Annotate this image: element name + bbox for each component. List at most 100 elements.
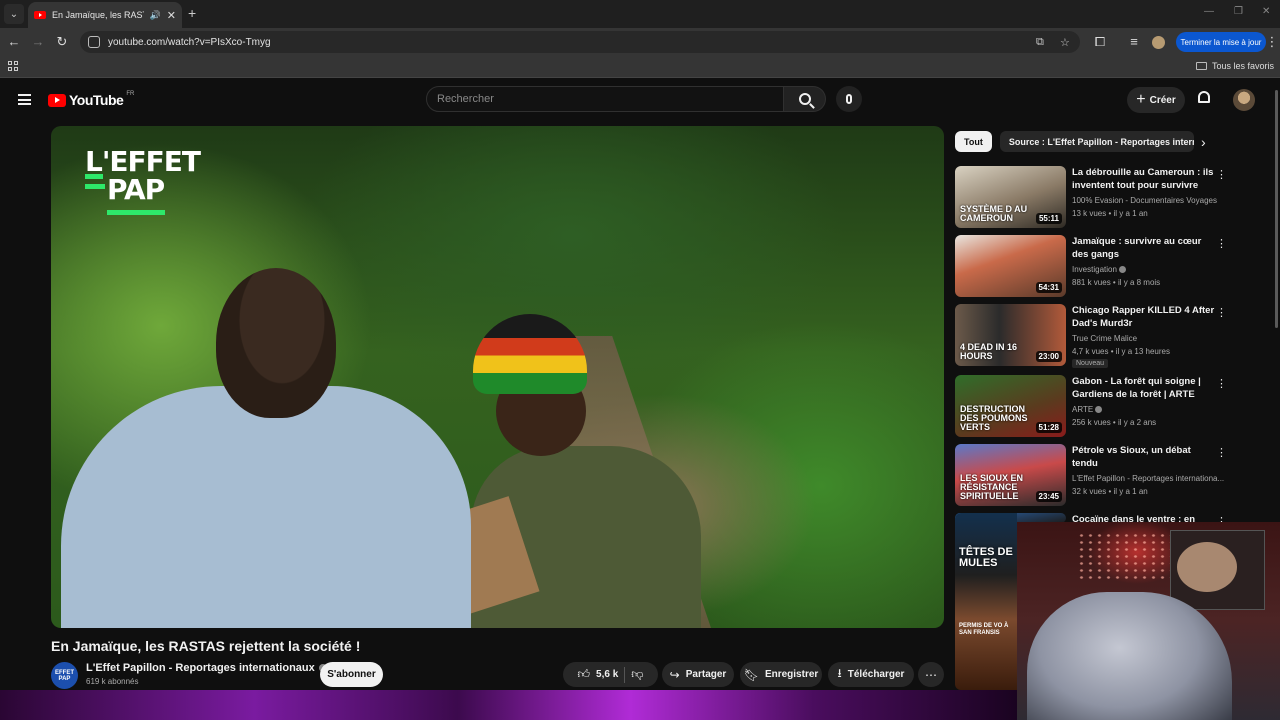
- notifications-bell-icon[interactable]: [1198, 91, 1212, 105]
- recommendation-card[interactable]: DESTRUCTION DES POUMONS VERTS 51:28 Gabon …: [955, 375, 1227, 439]
- reload-icon[interactable]: ↻: [54, 34, 70, 50]
- extensions-icon[interactable]: ⧠: [1092, 34, 1108, 50]
- duration-badge: 51:28: [1035, 422, 1062, 433]
- user-avatar[interactable]: [1233, 89, 1255, 111]
- recommendation-card[interactable]: SYSTÈME D AU CAMEROUN 55:11 La débrouille …: [955, 166, 1227, 230]
- video-thumbnail[interactable]: SYSTÈME D AU CAMEROUN 55:11: [955, 166, 1066, 228]
- close-window-icon[interactable]: ✕: [1262, 6, 1270, 17]
- finish-update-button[interactable]: Terminer la mise à jour: [1176, 32, 1266, 52]
- search-field[interactable]: [426, 86, 784, 112]
- chip-source[interactable]: Source : L'Effet Papillon - Reportages i…: [999, 131, 1194, 152]
- recommendation-channel[interactable]: True Crime Malice: [1072, 334, 1224, 343]
- recommendation-stats: 4,7 k vues • il y a 13 heures: [1072, 347, 1170, 356]
- speaker-icon[interactable]: 🔊: [150, 10, 161, 21]
- reading-list-icon[interactable]: ≡: [1126, 34, 1142, 49]
- all-bookmarks-button[interactable]: Tous les favoris: [1195, 61, 1274, 71]
- man-back-figure: [61, 386, 471, 628]
- address-url[interactable]: youtube.com/watch?v=PIsXco-Tmyg: [108, 37, 271, 48]
- video-thumbnail[interactable]: 54:31: [955, 235, 1066, 297]
- more-vert-icon[interactable]: ⋮: [1216, 446, 1227, 459]
- more-menu-icon[interactable]: ⋮: [1264, 34, 1280, 50]
- tab-search-button[interactable]: ⌄: [4, 4, 24, 24]
- streamer-face: [1177, 542, 1237, 592]
- more-vert-icon[interactable]: ⋮: [1216, 306, 1227, 319]
- minimize-icon[interactable]: —: [1204, 6, 1214, 17]
- save-button[interactable]: 🔖︎ Enregistrer: [740, 662, 822, 687]
- bookmark-icon: 🔖︎: [743, 667, 759, 682]
- share-button[interactable]: ↪ Partager: [662, 662, 734, 687]
- man-head: [216, 268, 336, 418]
- back-arrow-icon[interactable]: ←: [6, 34, 22, 49]
- recommendation-card[interactable]: 54:31 Jamaïque : survivre au cœur des gan…: [955, 235, 1227, 299]
- browser-profile-avatar[interactable]: [1152, 36, 1165, 49]
- search-icon: [798, 93, 811, 105]
- video-thumbnail[interactable]: DESTRUCTION DES POUMONS VERTS 51:28: [955, 375, 1066, 437]
- forward-arrow-icon[interactable]: →: [30, 34, 46, 49]
- watermark-bar: [85, 174, 103, 179]
- browser-tab-bar: ⌄ En Jamaïque, les RASTAS re 🔊 ✕ + — ❐ ✕: [0, 0, 1280, 28]
- browser-toolbar: ← → ↻ youtube.com/watch?v=PIsXco-Tmyg ⧉ …: [0, 28, 1280, 56]
- watermark-bar: [85, 184, 105, 189]
- video-thumbnail[interactable]: 4 DEAD IN 16 HOURS 23:00: [955, 304, 1066, 366]
- more-vert-icon[interactable]: ⋮: [1216, 168, 1227, 181]
- recommendation-channel[interactable]: L'Effet Papillon - Reportages internatio…: [1072, 474, 1224, 483]
- chip-all[interactable]: Tout: [955, 131, 992, 152]
- webcam-overlay: [1017, 522, 1280, 720]
- recommendation-stats: 32 k vues • il y a 1 an: [1072, 487, 1148, 496]
- like-count[interactable]: 5,6 k: [596, 669, 618, 680]
- browser-tab-active[interactable]: En Jamaïque, les RASTAS re 🔊 ✕: [28, 2, 182, 28]
- youtube-logo-text: YouTube: [69, 92, 124, 108]
- search-input[interactable]: [437, 93, 783, 105]
- watermark-line1: L'EFFET: [85, 145, 201, 178]
- recommendation-title[interactable]: Gabon - La forêt qui soigne | Gardiens d…: [1072, 375, 1218, 401]
- menu-icon[interactable]: [18, 94, 31, 105]
- bookmark-star-icon[interactable]: ☆: [1060, 36, 1070, 49]
- duration-badge: 55:11: [1035, 213, 1062, 224]
- search-button[interactable]: [784, 86, 826, 112]
- video-thumbnail[interactable]: LES SIOUX EN RÉSISTANCE SPIRITUELLE 23:45: [955, 444, 1066, 506]
- recommendation-channel[interactable]: 100% Evasion - Documentaires Voyages: [1072, 196, 1224, 205]
- subscribe-button[interactable]: S'abonner: [320, 662, 383, 687]
- recommendation-stats: 13 k vues • il y a 1 an: [1072, 209, 1148, 218]
- duration-badge: 54:31: [1035, 282, 1062, 293]
- restore-icon[interactable]: ❐: [1234, 6, 1243, 17]
- more-actions-button[interactable]: ⋯: [918, 662, 944, 687]
- thumbnail-text: LES SIOUX EN RÉSISTANCE SPIRITUELLE: [960, 473, 1024, 501]
- save-label: Enregistrer: [764, 669, 819, 680]
- chevron-right-icon[interactable]: ›: [1201, 134, 1206, 150]
- page-scrollbar[interactable]: [1275, 90, 1278, 328]
- recommendation-stats: 881 k vues • il y a 8 mois: [1072, 278, 1161, 287]
- share-label: Partager: [685, 669, 727, 680]
- more-vert-icon[interactable]: ⋮: [1216, 377, 1227, 390]
- voice-search-button[interactable]: [836, 86, 862, 112]
- recommendation-title[interactable]: Chicago Rapper KILLED 4 After Dad's Murd…: [1072, 304, 1218, 330]
- streamer-figure: [1027, 592, 1232, 720]
- share-icon: ↪: [669, 667, 680, 682]
- channel-avatar[interactable]: EFFET PAP: [51, 662, 78, 689]
- duration-badge: 23:45: [1035, 491, 1062, 502]
- thumbs-up-icon[interactable]: 👍︎: [578, 667, 591, 682]
- partial-thumb-text: PERMIS DE VO À SAN FRANSIS: [959, 623, 1009, 636]
- recommendation-card[interactable]: LES SIOUX EN RÉSISTANCE SPIRITUELLE 23:45…: [955, 444, 1227, 508]
- recommendation-title[interactable]: Jamaïque : survivre au cœur des gangs: [1072, 235, 1218, 261]
- new-tab-button[interactable]: +: [188, 5, 196, 21]
- youtube-logo[interactable]: YouTube FR: [48, 91, 134, 108]
- create-button[interactable]: + Créer: [1127, 87, 1185, 113]
- recommendation-channel[interactable]: Investigation: [1072, 265, 1224, 274]
- download-button[interactable]: ⭳ Télécharger: [828, 662, 914, 687]
- address-bar[interactable]: youtube.com/watch?v=PIsXco-Tmyg ⧉ ☆: [80, 31, 1080, 53]
- more-vert-icon[interactable]: ⋮: [1216, 237, 1227, 250]
- recommendation-title[interactable]: Pétrole vs Sioux, un débat tendu: [1072, 444, 1218, 470]
- verified-badge-icon: [1095, 406, 1103, 414]
- install-app-icon[interactable]: ⧉: [1036, 36, 1044, 49]
- recommendation-card[interactable]: 4 DEAD IN 16 HOURS 23:00 Chicago Rapper KI…: [955, 304, 1227, 368]
- recommendation-title[interactable]: La débrouille au Cameroun : ils inventen…: [1072, 166, 1218, 192]
- recommendation-stats: 256 k vues • il y a 2 ans: [1072, 418, 1157, 427]
- video-player[interactable]: L'EFFET PAP: [51, 126, 944, 628]
- site-info-icon[interactable]: [88, 36, 100, 48]
- apps-grid-icon[interactable]: [8, 61, 18, 71]
- recommendation-channel[interactable]: ARTE: [1072, 405, 1224, 414]
- thumbs-down-icon[interactable]: 👎︎: [631, 667, 643, 682]
- close-tab-icon[interactable]: ✕: [167, 9, 176, 22]
- channel-name-link[interactable]: L'Effet Papillon - Reportages internatio…: [86, 662, 327, 674]
